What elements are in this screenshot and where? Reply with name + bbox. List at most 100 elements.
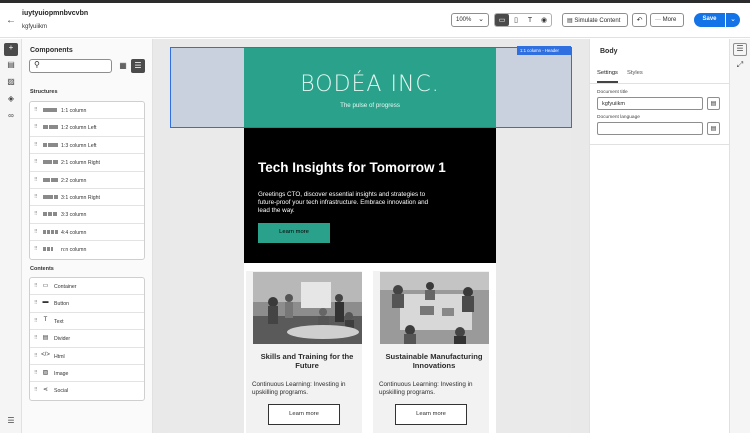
column-layout-icon bbox=[43, 194, 58, 200]
drag-handle-icon[interactable]: ⠿ bbox=[34, 370, 38, 376]
card-body: Continuous Learning: Investing in upskil… bbox=[252, 381, 346, 396]
properties-toggle-icon[interactable]: ☰ bbox=[733, 43, 747, 56]
content-label: Container bbox=[54, 284, 77, 290]
structure-label: 3:1 column Right bbox=[61, 194, 100, 201]
tab-styles[interactable]: Styles bbox=[627, 70, 643, 76]
drag-handle-icon[interactable]: ⠿ bbox=[34, 300, 38, 306]
drag-handle-icon[interactable]: ⠿ bbox=[34, 229, 38, 235]
simulate-content-button[interactable]: ▤ Simulate Content bbox=[562, 13, 628, 27]
tagline: The pulse of progress bbox=[340, 102, 400, 109]
zoom-select[interactable]: 100% ⌄ bbox=[451, 13, 489, 27]
structure-item[interactable]: ⠿ 2:1 column Right bbox=[30, 154, 144, 172]
drag-handle-icon[interactable]: ⠿ bbox=[34, 211, 38, 217]
button-icon: ▬ bbox=[42, 299, 49, 306]
save-button[interactable]: Save bbox=[694, 13, 725, 27]
card-body: Continuous Learning: Investing in upskil… bbox=[379, 381, 473, 396]
tab-settings[interactable]: Settings bbox=[597, 70, 618, 76]
content-item[interactable]: ⠿ </> Html bbox=[30, 348, 144, 365]
structure-item[interactable]: ⠿ n:n column bbox=[30, 241, 144, 258]
grid-view-icon[interactable]: ▦ bbox=[116, 59, 130, 73]
settings-list-icon[interactable]: ☰ bbox=[4, 416, 18, 429]
document-title-label: Document title bbox=[597, 90, 628, 95]
training-photo-image bbox=[253, 272, 362, 344]
search-input[interactable]: ⚲ bbox=[29, 59, 112, 73]
column-layout-icon bbox=[43, 247, 53, 252]
content-label: Html bbox=[54, 353, 65, 360]
hero-learn-more-button[interactable]: Learn more bbox=[258, 223, 330, 243]
drag-handle-icon[interactable]: ⠿ bbox=[34, 142, 38, 148]
device-toggle-group: ▭ ▯ T ◉ bbox=[494, 13, 552, 27]
card[interactable]: Sustainable Manufacturing Innovations Co… bbox=[373, 271, 489, 433]
personalize-icon[interactable]: ▤ bbox=[707, 122, 720, 135]
content-item[interactable]: ⠿ ▨ Image bbox=[30, 365, 144, 383]
add-icon[interactable]: + bbox=[4, 43, 18, 56]
assets-icon[interactable]: ▨ bbox=[4, 77, 18, 90]
content-item[interactable]: ⠿ T Text bbox=[30, 313, 144, 331]
drag-handle-icon[interactable]: ⠿ bbox=[34, 387, 38, 393]
back-arrow-icon[interactable]: ← bbox=[6, 15, 16, 26]
content-item[interactable]: ⠿ ▬ Button bbox=[30, 295, 144, 313]
structure-item[interactable]: ⠿ 1:3 column Left bbox=[30, 137, 144, 155]
drag-handle-icon[interactable]: ⠿ bbox=[34, 335, 38, 341]
column-layout-icon bbox=[43, 142, 58, 148]
personalize-icon[interactable]: ▤ bbox=[707, 97, 720, 110]
drag-handle-icon[interactable]: ⠿ bbox=[34, 177, 38, 183]
list-view-icon[interactable]: ☰ bbox=[131, 59, 145, 73]
undo-icon[interactable]: ↶ bbox=[632, 13, 647, 27]
drag-handle-icon[interactable]: ⠿ bbox=[34, 283, 38, 289]
simulate-icon: ▤ bbox=[567, 18, 573, 24]
drag-handle-icon[interactable]: ⠿ bbox=[34, 107, 38, 113]
structure-item[interactable]: ⠿ 1:1 column bbox=[30, 102, 144, 120]
card-learn-more-button[interactable]: Learn more bbox=[268, 404, 340, 425]
contents-label: Contents bbox=[30, 266, 54, 272]
mobile-icon[interactable]: ▯ bbox=[509, 14, 523, 26]
expand-icon[interactable]: ⤢ bbox=[733, 60, 747, 73]
drag-handle-icon[interactable]: ⠿ bbox=[34, 124, 38, 130]
drag-handle-icon[interactable]: ⠿ bbox=[34, 318, 38, 324]
link-icon[interactable]: ∞ bbox=[4, 111, 18, 124]
brand-logo: BODÉA INC. bbox=[300, 72, 440, 97]
structures-list: ⠿ 1:1 column ⠿ 1:2 column Left ⠿ 1:3 column L… bbox=[29, 101, 145, 260]
document-language-field[interactable] bbox=[597, 122, 703, 135]
content-item[interactable]: ⠿ ▤ Divider bbox=[30, 330, 144, 348]
content-item[interactable]: ⠿ ▭ Container bbox=[30, 278, 144, 296]
components-title: Components bbox=[30, 47, 73, 54]
document-title: iuytyuiopmnbvcvbn bbox=[22, 10, 89, 17]
structure-item[interactable]: ⠿ 4:4 column bbox=[30, 224, 144, 242]
fragments-icon[interactable]: ▤ bbox=[4, 60, 18, 73]
structure-item[interactable]: ⠿ 3:3 column bbox=[30, 206, 144, 224]
image-icon: ▨ bbox=[42, 369, 49, 376]
desktop-icon[interactable]: ▭ bbox=[495, 14, 509, 26]
column-layout-icon bbox=[43, 177, 58, 183]
content-label: Text bbox=[54, 318, 64, 325]
preview-eye-icon[interactable]: ◉ bbox=[537, 14, 551, 26]
divider bbox=[590, 83, 729, 84]
more-button[interactable]: ··· More bbox=[650, 13, 684, 27]
drag-handle-icon[interactable]: ⠿ bbox=[34, 159, 38, 165]
card[interactable]: Skills and Training for the Future Conti… bbox=[246, 271, 362, 433]
structure-item[interactable]: ⠿ 2:2 column bbox=[30, 172, 144, 189]
document-title-field[interactable]: kgfyuiikm bbox=[597, 97, 703, 110]
text-mode-icon[interactable]: T bbox=[523, 14, 537, 26]
code-icon: </> bbox=[41, 351, 50, 358]
card-learn-more-button[interactable]: Learn more bbox=[395, 404, 467, 425]
content-label: Social bbox=[54, 388, 69, 395]
layers-icon[interactable]: ◈ bbox=[4, 94, 18, 107]
column-layout-icon bbox=[43, 125, 58, 130]
drag-handle-icon[interactable]: ⠿ bbox=[34, 353, 38, 359]
content-item[interactable]: ⠿ ⋖ Social bbox=[30, 382, 144, 399]
divider-icon: ▤ bbox=[42, 335, 49, 342]
structure-item[interactable]: ⠿ 3:1 column Right bbox=[30, 189, 144, 207]
card-title: Skills and Training for the Future bbox=[260, 352, 354, 371]
structure-item[interactable]: ⠿ 1:2 column Left bbox=[30, 119, 144, 137]
drag-handle-icon[interactable]: ⠿ bbox=[34, 194, 38, 200]
header-banner[interactable]: BODÉA INC. The pulse of progress bbox=[244, 48, 496, 127]
save-dropdown-chevron-icon[interactable]: ⌄ bbox=[726, 13, 740, 27]
structure-label: n:n column bbox=[61, 247, 87, 254]
more-label: More bbox=[662, 17, 677, 23]
chevron-down-icon: ⌄ bbox=[478, 16, 484, 23]
hero-block[interactable]: Tech Insights for Tomorrow 1 Greetings C… bbox=[244, 128, 496, 263]
structures-label: Structures bbox=[30, 89, 58, 95]
selection-tag: 1:1 column - Header bbox=[517, 46, 571, 55]
drag-handle-icon[interactable]: ⠿ bbox=[34, 246, 38, 252]
